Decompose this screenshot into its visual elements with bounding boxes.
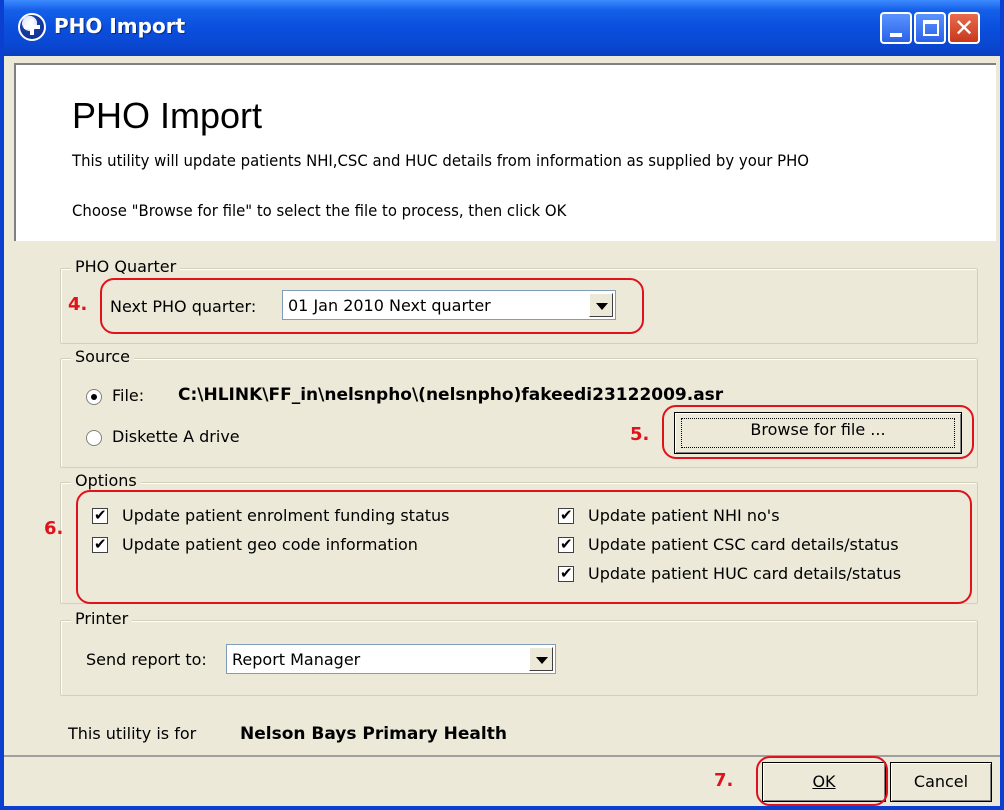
window-title: PHO Import <box>54 14 186 38</box>
send-report-value: Report Manager <box>232 650 361 669</box>
annotation-number-7: 7. <box>714 770 734 791</box>
utility-for-prefix: This utility is for <box>68 724 197 743</box>
annotation-outline-5 <box>662 405 974 459</box>
annotation-outline-6 <box>76 490 972 604</box>
close-button[interactable]: ✕ <box>948 12 980 44</box>
cancel-label: Cancel <box>913 772 969 791</box>
file-radio-label: File: <box>112 386 145 405</box>
header-instruction: Choose "Browse for file" to select the f… <box>72 201 567 220</box>
annotation-number-4: 4. <box>68 294 88 315</box>
send-report-select[interactable]: Report Manager <box>226 644 556 674</box>
diskette-radio[interactable] <box>86 430 102 446</box>
app-icon <box>18 13 46 41</box>
annotation-outline-7 <box>756 756 888 806</box>
diskette-radio-label: Diskette A drive <box>112 427 240 446</box>
send-report-label: Send report to: <box>86 650 207 669</box>
title-bar[interactable]: PHO Import ✕ <box>4 0 1000 56</box>
pho-quarter-group-label: PHO Quarter <box>71 257 181 276</box>
minimize-icon <box>890 33 902 37</box>
header-description: This utility will update patients NHI,CS… <box>72 151 809 170</box>
organisation-name: Nelson Bays Primary Health <box>240 724 507 744</box>
close-icon: ✕ <box>953 14 975 42</box>
annotation-number-5: 5. <box>630 424 650 445</box>
source-group-label: Source <box>71 347 134 366</box>
chevron-down-icon[interactable] <box>529 647 553 671</box>
maximize-icon <box>923 20 939 36</box>
annotation-outline-4 <box>100 278 644 334</box>
options-group-label: Options <box>71 471 141 490</box>
cancel-button[interactable]: Cancel <box>890 762 992 802</box>
annotation-number-6: 6. <box>44 518 64 539</box>
file-radio[interactable] <box>86 389 102 405</box>
minimize-button[interactable] <box>880 12 912 44</box>
printer-group-label: Printer <box>71 609 133 628</box>
pho-import-window: PHO Import ✕ PHO Import This utility wil… <box>0 0 1004 810</box>
maximize-button[interactable] <box>914 12 946 44</box>
header-panel: PHO Import This utility will update pati… <box>14 63 996 241</box>
file-path: C:\HLINK\FF_in\nelsnpho\(nelsnpho)fakeed… <box>178 385 724 405</box>
page-title: PHO Import <box>72 95 263 136</box>
